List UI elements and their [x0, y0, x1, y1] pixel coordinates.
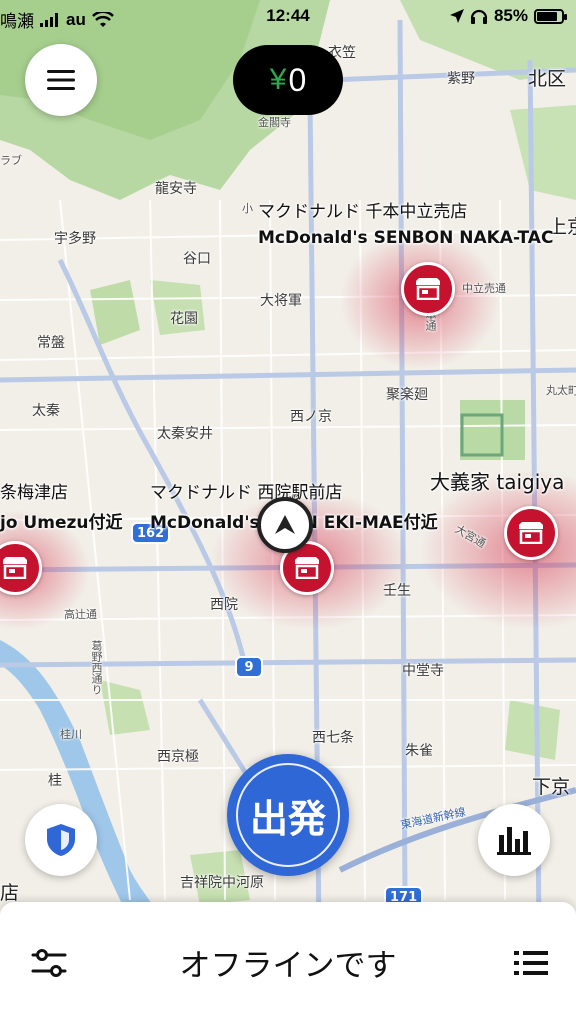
map-label: 桂 [48, 773, 62, 789]
list-icon [514, 951, 548, 975]
map-label: 聚楽廻 [386, 387, 428, 403]
menu-button[interactable] [25, 44, 97, 116]
hamburger-icon [47, 70, 75, 90]
location-arrow-icon [449, 9, 464, 23]
map-label: 中堂寺 [402, 663, 444, 679]
go-online-button[interactable]: 出発 [227, 754, 349, 876]
driver-status-text: オフラインです [179, 948, 397, 984]
road-label: 高辻通 [64, 608, 97, 621]
map-label: 壬生 [383, 583, 411, 599]
place-label-ja: 大義家 taigiya [430, 470, 565, 494]
store-icon [416, 278, 440, 300]
map-label: 宇多野 [54, 231, 96, 247]
current-location-marker [257, 497, 313, 553]
place-label-ja: 条梅津店 [0, 483, 68, 503]
map-label: 常盤 [37, 335, 65, 351]
earnings-button[interactable]: ¥ 0 [233, 45, 343, 115]
place-label-en: jo Umezu付近 [0, 513, 123, 533]
restaurant-marker[interactable] [504, 506, 558, 560]
place-label-ja: マクドナルド 西院駅前店 [150, 483, 343, 503]
trip-list-button[interactable] [510, 942, 552, 984]
battery-percent: 85% [493, 6, 528, 25]
restaurant-marker[interactable] [401, 262, 455, 316]
map-label: 店 [0, 882, 20, 904]
earnings-amount: 0 [288, 61, 307, 98]
bottom-sheet[interactable]: オフラインです [0, 902, 576, 1024]
map-label: 太秦安井 [157, 426, 213, 442]
map-label: 丸太町 [546, 384, 576, 397]
route-shield: 9 [235, 656, 263, 678]
map-label: 朱雀 [405, 743, 433, 759]
road-label: 葛野西通り [90, 640, 103, 695]
place-label-en: McDonald's SENBON NAKA-TAC [258, 228, 554, 248]
map-label: 紫野 [447, 71, 475, 87]
map-label: 北区 [528, 68, 567, 90]
bar-chart-icon [497, 827, 531, 855]
map-label: 吉祥院中河原 [180, 875, 264, 891]
currency-symbol: ¥ [269, 63, 287, 96]
status-icons: 85% [449, 6, 567, 26]
map-label: 大将軍 [260, 293, 302, 309]
navigation-arrow-icon [275, 515, 295, 534]
map-label: 龍安寺 [155, 181, 197, 197]
map-label: 花園 [170, 311, 198, 327]
store-icon [295, 557, 319, 579]
safety-button[interactable] [25, 804, 97, 876]
map-label: 金閣寺 [258, 116, 291, 129]
status-bar: 鳴瀬 au 12:44 85% [0, 0, 576, 34]
shield-icon [47, 824, 75, 856]
stats-button[interactable] [478, 804, 550, 876]
map-label: 西院 [210, 597, 238, 613]
map-label: 下京 [532, 776, 571, 798]
map-label: 西京極 [157, 749, 199, 765]
map-label: 谷口 [183, 251, 211, 267]
place-label-ja: マクドナルド 千本中立売店 [258, 202, 468, 222]
store-icon [3, 557, 27, 579]
map-label: 太秦 [32, 403, 60, 419]
map-label: 西ノ京 [290, 409, 332, 425]
map-label: ラブ [0, 154, 22, 167]
map-label: 小 [242, 202, 253, 215]
headphones-icon [470, 9, 488, 24]
battery-icon [534, 8, 567, 24]
go-button-ring [236, 763, 340, 867]
map-label: 桂川 [60, 728, 82, 741]
road-label: 中立売通 [462, 282, 506, 295]
map-label: 西七条 [312, 730, 354, 746]
store-icon [519, 522, 543, 544]
